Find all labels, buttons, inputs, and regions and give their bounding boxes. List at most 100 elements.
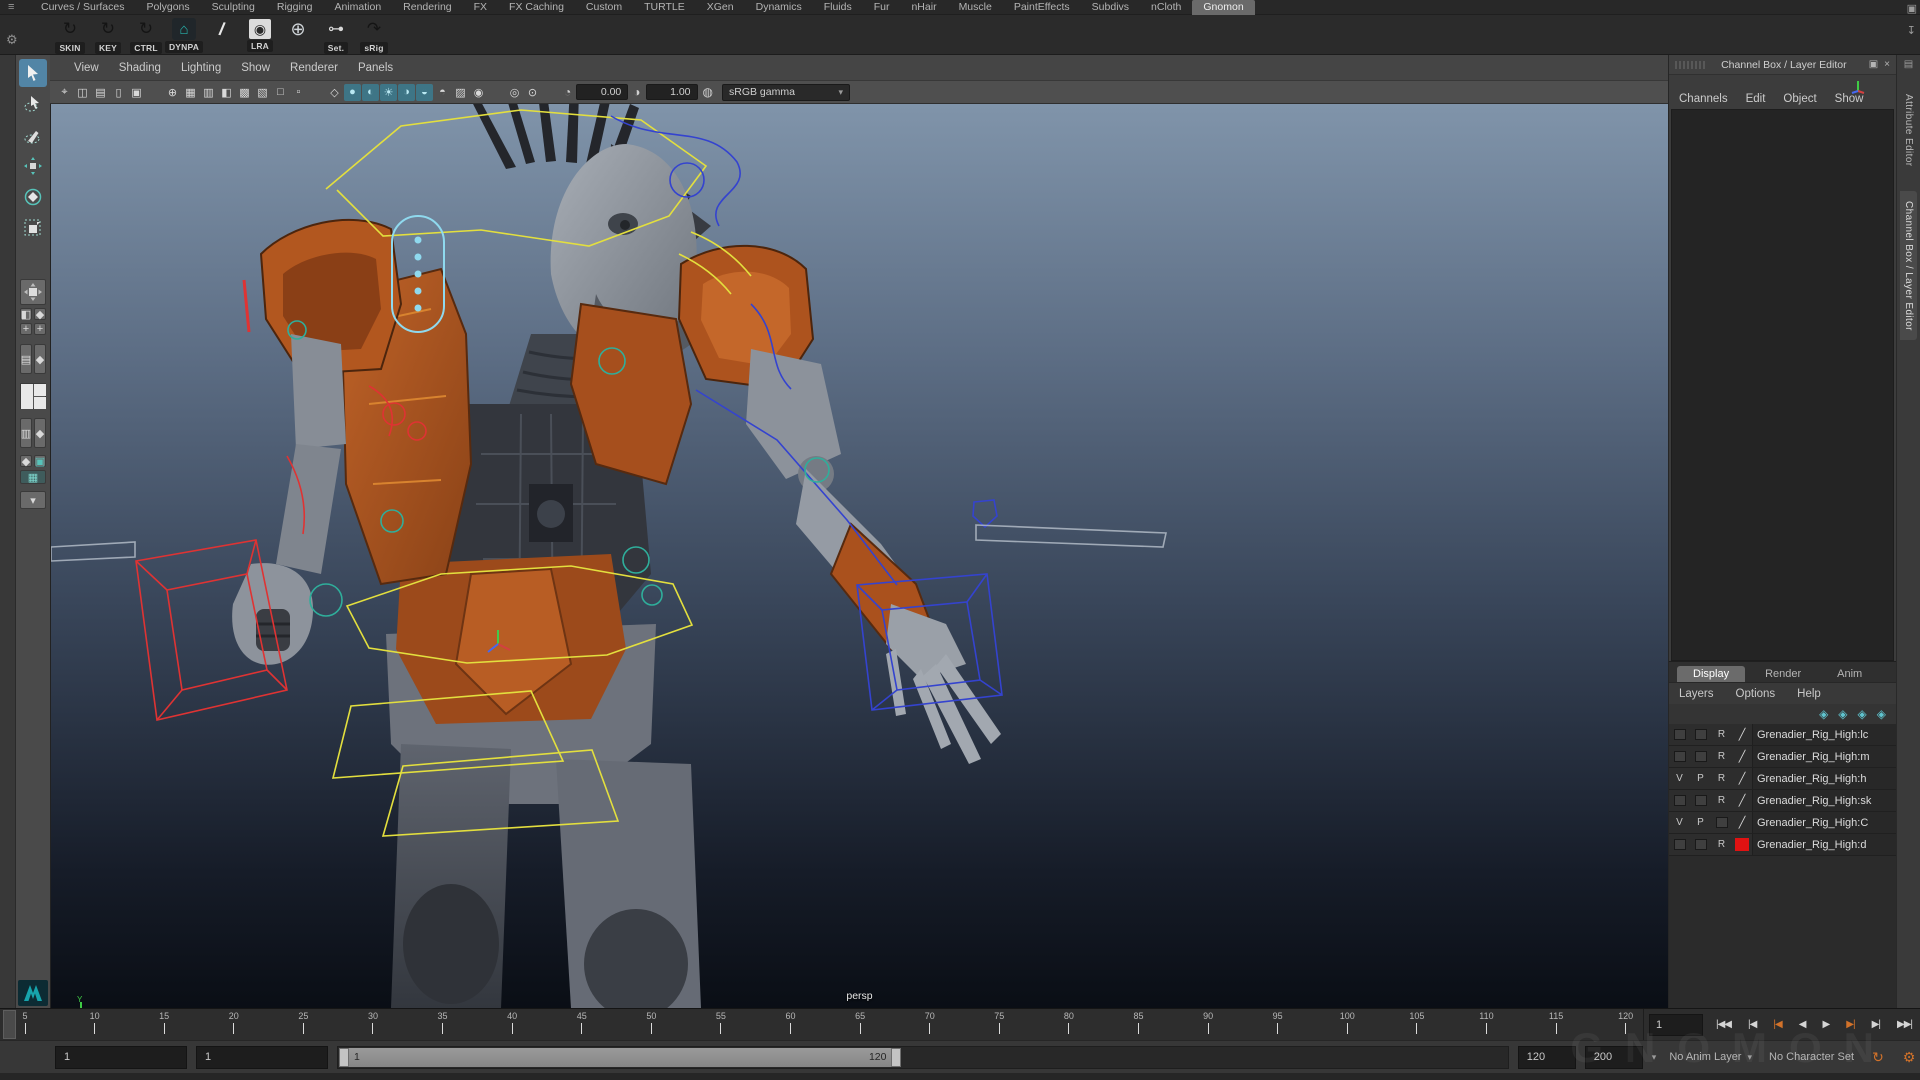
custom-layout-button[interactable]: ▦ — [20, 470, 46, 484]
menu-item[interactable]: TURTLE — [633, 0, 696, 15]
layer-display-type-toggle[interactable]: R — [1718, 839, 1725, 850]
key-shelf-icon[interactable]: ↻ — [95, 17, 121, 41]
menu-item[interactable]: Sculpting — [201, 0, 266, 15]
show-manipulator-icon[interactable] — [1850, 78, 1866, 99]
layout-dropdown-button[interactable]: ▾ — [20, 491, 46, 509]
multisampling-icon[interactable]: ▨ — [452, 84, 469, 101]
range-start-handle[interactable] — [339, 1048, 349, 1067]
layer-editor-menu-item[interactable]: Options — [1736, 688, 1776, 700]
gamma-icon[interactable]: ◑ — [633, 85, 640, 99]
paint-select-tool[interactable] — [19, 121, 47, 149]
move-tool[interactable] — [19, 152, 47, 180]
layer-visibility-toggle[interactable]: V — [1676, 817, 1683, 828]
lasso-tool[interactable] — [19, 90, 47, 118]
layer-name[interactable]: Grenadier_Rig_High:sk — [1752, 790, 1896, 811]
layer-color-swatch[interactable]: ╱ — [1732, 772, 1752, 785]
layer-visibility-toggle[interactable] — [1674, 839, 1686, 850]
rotate-tool[interactable] — [19, 183, 47, 211]
menu-item[interactable]: Polygons — [135, 0, 200, 15]
outliner-pane-button[interactable]: ▤ — [20, 344, 32, 374]
menu-item[interactable]: FX Caching — [498, 0, 575, 15]
scale-tool[interactable] — [19, 214, 47, 242]
layer-playback-toggle[interactable] — [1695, 751, 1707, 762]
three-pane-layout-button[interactable] — [20, 383, 46, 409]
range-slider-bar[interactable]: 1 120 — [339, 1048, 901, 1067]
exposure-icon[interactable]: ◔ — [564, 85, 571, 99]
layer-display-type-toggle[interactable]: R — [1718, 773, 1725, 784]
shelf-button[interactable]: ↻ KEY — [90, 17, 126, 54]
strip-menu-icon[interactable]: ▤ — [1904, 59, 1913, 70]
select-camera-icon[interactable]: ⌖ — [56, 84, 73, 101]
isolate-select-icon[interactable]: ◎ — [506, 84, 523, 101]
playback-loop-icon[interactable]: ↻ — [1867, 1046, 1889, 1068]
layer-name[interactable]: Grenadier_Rig_High:m — [1752, 746, 1896, 767]
layer-name[interactable]: Grenadier_Rig_High:C — [1752, 812, 1896, 833]
layer-row[interactable]: R Grenadier_Rig_High:d — [1669, 834, 1896, 856]
chevron-down-icon[interactable]: ▾ — [1652, 1052, 1657, 1063]
menu-item[interactable]: nHair — [900, 0, 947, 15]
layer-display-type-toggle[interactable]: R — [1718, 729, 1725, 740]
menu-item[interactable]: Custom — [575, 0, 633, 15]
pin-down-icon[interactable]: ↧ — [1907, 24, 1917, 37]
layer-playback-toggle[interactable] — [1695, 795, 1707, 806]
bookmarks-icon[interactable]: ▯ — [110, 84, 127, 101]
camera-attributes-icon[interactable]: ▤ — [92, 84, 109, 101]
view-transform-dropdown[interactable]: sRGB gamma ▾ — [722, 84, 850, 101]
sep[interactable] — [488, 84, 505, 101]
menu-item[interactable]: Rendering — [392, 0, 462, 15]
sep[interactable] — [146, 84, 163, 101]
side-panel-tab[interactable]: Channel Box / Layer Editor — [1900, 191, 1917, 341]
menu-item[interactable]: Gnomon — [1192, 0, 1254, 15]
shelf-button[interactable]: ↻ CTRL — [128, 17, 164, 54]
menu-item[interactable]: Dynamics — [745, 0, 813, 15]
graph-pane-button[interactable]: ▥ — [20, 418, 32, 448]
viewport-3d[interactable]: Y persp — [50, 104, 1668, 1008]
step-forward-frame-button[interactable]: ▶| — [1872, 1019, 1880, 1030]
layer-playback-toggle[interactable]: P — [1697, 817, 1704, 828]
auto-keyframe-icon[interactable]: ⚙ — [1898, 1046, 1920, 1068]
drag-grip-icon[interactable] — [1675, 61, 1705, 69]
shelf-button[interactable]: ⊶ Set. — [318, 17, 354, 54]
channel-box-menu-item[interactable]: Object — [1783, 93, 1816, 105]
menu-item[interactable]: Rigging — [266, 0, 324, 15]
new-empty-layer-icon[interactable]: ◈ — [1819, 707, 1828, 721]
menu-item[interactable]: Animation — [323, 0, 392, 15]
layer-name[interactable]: Grenadier_Rig_High:d — [1752, 834, 1896, 855]
layer-display-type-toggle[interactable]: R — [1718, 751, 1725, 762]
channel-box-menu-item[interactable]: Channels — [1679, 93, 1728, 105]
motion-blur-icon[interactable]: ◓ — [434, 84, 451, 101]
close-icon[interactable]: × — [1884, 59, 1890, 70]
layer-row[interactable]: V P ╱ Grenadier_Rig_High:C — [1669, 812, 1896, 834]
new-layer-from-selected-icon[interactable]: ◈ — [1838, 707, 1847, 721]
side-panel-tab[interactable]: Attribute Editor — [1900, 84, 1917, 177]
shelf-button[interactable]: ↻ SKIN — [52, 17, 88, 54]
go-to-start-button[interactable]: |◀◀ — [1716, 1019, 1731, 1030]
safe-action-icon[interactable]: □ — [272, 84, 289, 101]
animation-start-field[interactable]: 1 — [55, 1046, 187, 1069]
exposure-field[interactable]: 0.00 — [576, 84, 628, 100]
layer-color-swatch[interactable] — [1735, 838, 1749, 851]
srig-shelf-icon[interactable]: ↷ — [361, 17, 387, 41]
resolution-gate-icon[interactable]: ◧ — [218, 84, 235, 101]
layer-color-swatch[interactable]: ╱ — [1732, 794, 1752, 807]
playback-start-field[interactable]: 1 — [196, 1046, 328, 1069]
menu-item[interactable]: Fur — [863, 0, 901, 15]
layer-row[interactable]: R ╱ Grenadier_Rig_High:lc — [1669, 724, 1896, 746]
persp-pane2-button[interactable]: ◆ — [34, 418, 46, 448]
panel-menu-item[interactable]: Renderer — [280, 62, 348, 74]
add-pane-left-button[interactable]: + — [20, 323, 32, 335]
menu-item[interactable]: XGen — [696, 0, 745, 15]
layer-row[interactable]: V P R ╱ Grenadier_Rig_High:h — [1669, 768, 1896, 790]
film-gate-icon[interactable]: ▥ — [200, 84, 217, 101]
layer-color-swatch[interactable]: ╱ — [1732, 816, 1752, 829]
use-all-lights-icon[interactable]: ☀ — [380, 84, 397, 101]
workspace-dock-icon[interactable]: ▣ — [1907, 2, 1917, 15]
menu-item[interactable]: PaintEffects — [1003, 0, 1081, 15]
color-management-icon[interactable]: ◍ — [703, 85, 713, 99]
panel-menu-item[interactable]: View — [64, 62, 109, 74]
layer-name[interactable]: Grenadier_Rig_High:h — [1752, 768, 1896, 789]
current-frame-field[interactable]: 1 — [1649, 1014, 1703, 1036]
layer-row[interactable]: R ╱ Grenadier_Rig_High:sk — [1669, 790, 1896, 812]
layer-editor-tab[interactable]: Render — [1749, 666, 1817, 682]
play-forwards-button[interactable]: ▶ — [1823, 1019, 1830, 1030]
